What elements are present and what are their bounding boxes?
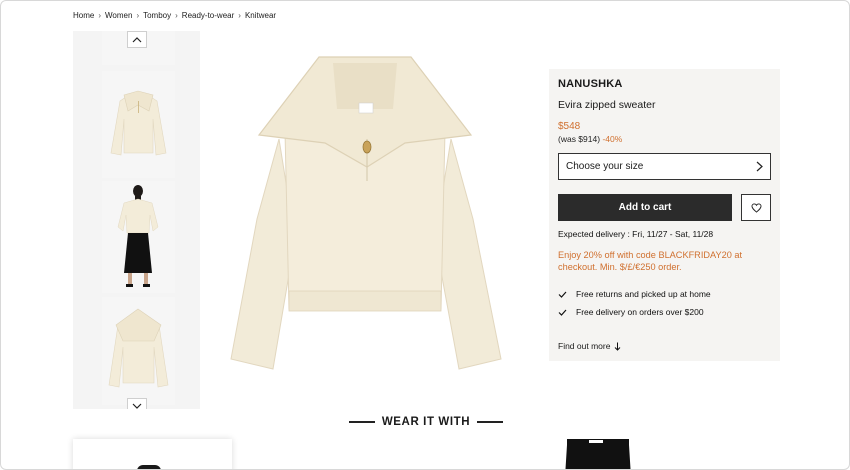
- benefit-item: Free returns and picked up at home: [558, 289, 771, 299]
- recommended-skirt-image[interactable]: [563, 437, 633, 470]
- discount-badge: -40%: [602, 134, 623, 144]
- find-out-more-link[interactable]: Find out more: [558, 341, 621, 351]
- sweater-image: [215, 39, 515, 391]
- was-price-line: (was $914) -40%: [558, 134, 771, 144]
- expected-delivery: Expected delivery : Fri, 11/27 - Sat, 11…: [558, 229, 714, 239]
- thumbnail-back-view[interactable]: [102, 297, 175, 405]
- wishlist-button[interactable]: [741, 194, 771, 221]
- thumbnail-model-view[interactable]: [102, 181, 175, 293]
- model-thumbnail-image: [102, 181, 175, 293]
- chevron-right-icon: ›: [136, 11, 140, 20]
- chevron-up-icon: [132, 37, 142, 43]
- chevron-down-icon: [132, 403, 142, 409]
- main-product-image[interactable]: [215, 39, 515, 391]
- product-name: Evira zipped sweater: [558, 99, 656, 111]
- breadcrumb-women[interactable]: Women: [105, 11, 132, 20]
- cart-row: Add to cart: [558, 194, 771, 221]
- benefit-item: Free delivery on orders over $200: [558, 307, 771, 317]
- find-out-more-label: Find out more: [558, 341, 611, 351]
- chevron-right-icon: ›: [238, 11, 241, 20]
- size-select-label: Choose your size: [566, 161, 644, 172]
- benefits-list: Free returns and picked up at home Free …: [558, 289, 771, 317]
- chevron-right-icon: [756, 161, 763, 172]
- breadcrumb-ready-to-wear[interactable]: Ready-to-wear: [182, 11, 234, 20]
- breadcrumb-tomboy[interactable]: Tomboy: [143, 11, 171, 20]
- check-icon: [558, 291, 568, 298]
- brand-name[interactable]: NANUSHKA: [558, 78, 771, 90]
- breadcrumb: Home › Women › Tomboy › Ready-to-wear › …: [73, 11, 276, 20]
- model-hair-image: [137, 465, 161, 469]
- promo-message: Enjoy 20% off with code BLACKFRIDAY20 at…: [558, 250, 743, 272]
- thumbnail-rail: [73, 31, 200, 409]
- check-icon: [558, 309, 568, 316]
- sweater-back-thumbnail-image: [102, 297, 175, 405]
- thumbnail-scroll-up-button[interactable]: [127, 31, 147, 48]
- current-price: $548: [558, 121, 581, 132]
- thumbnail-scroll-down-button[interactable]: [127, 398, 147, 409]
- divider-line: [476, 421, 503, 423]
- breadcrumb-knitwear[interactable]: Knitwear: [245, 11, 276, 20]
- was-price: (was $914): [558, 134, 601, 144]
- divider-line: [349, 421, 375, 423]
- add-to-cart-button[interactable]: Add to cart: [558, 194, 732, 221]
- recommended-product-card[interactable]: [73, 439, 232, 469]
- size-select[interactable]: Choose your size: [558, 153, 771, 180]
- benefit-text: Free delivery on orders over $200: [576, 307, 704, 317]
- wear-it-with-heading: WEAR IT WITH: [349, 416, 503, 428]
- thumbnail-front-view[interactable]: [102, 71, 175, 178]
- product-info-panel: NANUSHKA Evira zipped sweater $548 (was …: [549, 69, 780, 361]
- arrow-down-icon: [614, 342, 621, 351]
- page-frame: Home › Women › Tomboy › Ready-to-wear › …: [0, 0, 850, 470]
- sweater-thumbnail-image: [102, 71, 175, 178]
- chevron-right-icon: ›: [98, 11, 102, 20]
- breadcrumb-home[interactable]: Home: [73, 11, 94, 20]
- heart-icon: [750, 202, 762, 213]
- wear-it-with-title: WEAR IT WITH: [381, 416, 471, 428]
- chevron-right-icon: ›: [175, 11, 178, 20]
- benefit-text: Free returns and picked up at home: [576, 289, 711, 299]
